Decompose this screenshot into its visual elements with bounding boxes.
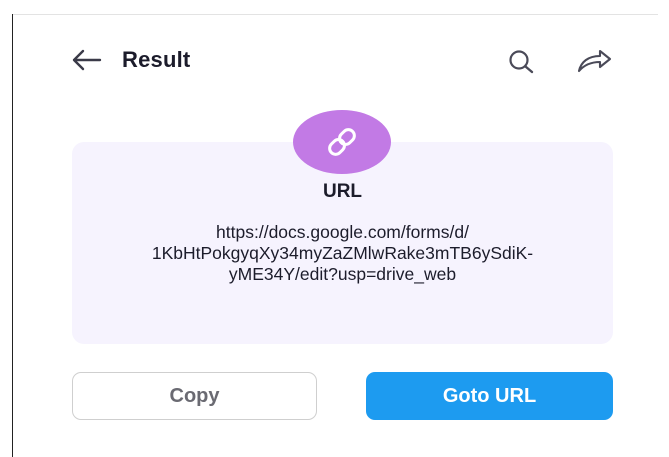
url-line: yME34Y/edit?usp=drive_web — [228, 264, 457, 284]
search-icon — [509, 50, 534, 74]
top-divider — [12, 14, 658, 15]
link-icon — [328, 128, 356, 156]
back-button[interactable] — [70, 46, 102, 74]
result-screen: Result URL https://docs.google.com/forms… — [0, 0, 669, 457]
copy-button[interactable]: Copy — [72, 372, 317, 420]
page-title: Result — [122, 47, 191, 72]
goto-url-button[interactable]: Goto URL — [366, 372, 613, 420]
url-line: https://docs.google.com/forms/d/ — [216, 222, 469, 242]
result-url-text: https://docs.google.com/forms/d/ 1KbHtPo… — [72, 222, 613, 285]
share-button[interactable] — [576, 47, 614, 75]
url-line: 1KbHtPokgyqXy34myZaZMlwRake3mTB6ySdiK- — [151, 243, 534, 263]
app-header: Result — [70, 42, 620, 78]
search-button[interactable] — [506, 47, 536, 75]
share-icon — [577, 49, 612, 73]
arrow-left-icon — [72, 49, 102, 71]
left-edge — [12, 14, 13, 457]
result-type-label: URL — [322, 181, 363, 202]
url-type-badge — [293, 110, 391, 174]
